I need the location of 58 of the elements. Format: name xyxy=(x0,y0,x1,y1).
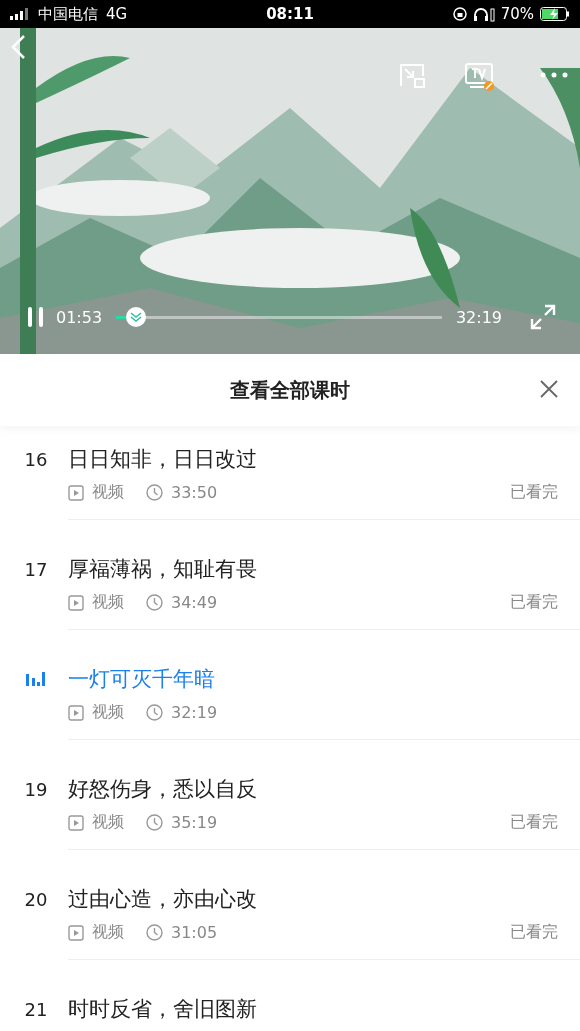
lesson-title: 过由心造，亦由心改 xyxy=(68,886,258,912)
back-button[interactable] xyxy=(10,34,28,60)
lesson-duration: 34:49 xyxy=(171,593,218,612)
lesson-type: 视频 xyxy=(92,592,124,613)
lesson-item[interactable]: 19 好怒伤身，悉以自反 视频 35:19 已看完 xyxy=(0,740,580,850)
current-time: 01:53 xyxy=(56,307,103,327)
lesson-title: 好怒伤身，悉以自反 xyxy=(68,776,258,802)
clock-icon xyxy=(146,924,163,941)
lesson-item[interactable]: 21 时时反省，舍旧图新 xyxy=(0,960,580,1022)
lesson-duration: 32:19 xyxy=(171,703,218,722)
lesson-item[interactable]: 17 厚福薄祸，知耻有畏 视频 34:49 已看完 xyxy=(0,520,580,630)
lesson-title: 厚福薄祸，知耻有畏 xyxy=(68,556,258,582)
more-button[interactable] xyxy=(540,72,568,78)
headphones-icon xyxy=(472,6,495,22)
lesson-number: 20 xyxy=(23,888,48,910)
total-time: 32:19 xyxy=(455,307,502,327)
lesson-type: 视频 xyxy=(92,702,124,723)
lesson-title: 日日知非，日日改过 xyxy=(68,446,258,472)
network-type: 4G xyxy=(106,5,128,23)
rotation-lock-icon xyxy=(452,7,467,21)
video-icon xyxy=(68,924,84,941)
lesson-type: 视频 xyxy=(92,482,124,503)
watched-status: 已看完 xyxy=(510,922,558,943)
clock-time: 08:11 xyxy=(266,5,314,23)
video-icon xyxy=(68,704,84,721)
panel-title: 查看全部课时 xyxy=(230,376,350,404)
close-button[interactable] xyxy=(540,380,558,398)
lesson-number: 21 xyxy=(23,998,48,1020)
clock-icon xyxy=(146,594,163,611)
battery-percent: 70% xyxy=(500,5,534,23)
watched-status: 已看完 xyxy=(510,482,558,503)
tv-cast-button[interactable] xyxy=(464,62,496,92)
video-icon xyxy=(68,484,84,501)
lesson-number: 16 xyxy=(23,448,48,470)
watched-status: 已看完 xyxy=(510,812,558,833)
video-icon xyxy=(68,814,84,831)
lesson-item[interactable]: 20 过由心造，亦由心改 视频 31:05 已看完 xyxy=(0,850,580,960)
lesson-item[interactable]: 一灯可灭千年暗 视频 32:19 xyxy=(0,630,580,740)
lesson-duration: 35:19 xyxy=(171,813,218,832)
clock-icon xyxy=(146,484,163,501)
lesson-duration: 33:50 xyxy=(171,483,218,502)
clock-icon xyxy=(146,814,163,831)
lesson-title: 时时反省，舍旧图新 xyxy=(68,996,258,1022)
lesson-type: 视频 xyxy=(92,812,124,833)
pause-button[interactable] xyxy=(26,306,46,328)
watched-status: 已看完 xyxy=(510,592,558,613)
battery-charging-icon xyxy=(540,7,570,21)
signal-icon xyxy=(10,8,30,20)
video-icon xyxy=(68,594,84,611)
clock-icon xyxy=(146,704,163,721)
lesson-number: 19 xyxy=(23,778,48,800)
lesson-item[interactable]: 16 日日知非，日日改过 视频 33:50 已看完 xyxy=(0,426,580,520)
lesson-duration: 31:05 xyxy=(171,923,218,942)
lesson-type: 视频 xyxy=(92,922,124,943)
carrier-name: 中国电信 xyxy=(38,4,98,24)
fullscreen-button[interactable] xyxy=(530,304,556,330)
lesson-number: 17 xyxy=(23,558,48,580)
lesson-title: 一灯可灭千年暗 xyxy=(68,666,216,692)
